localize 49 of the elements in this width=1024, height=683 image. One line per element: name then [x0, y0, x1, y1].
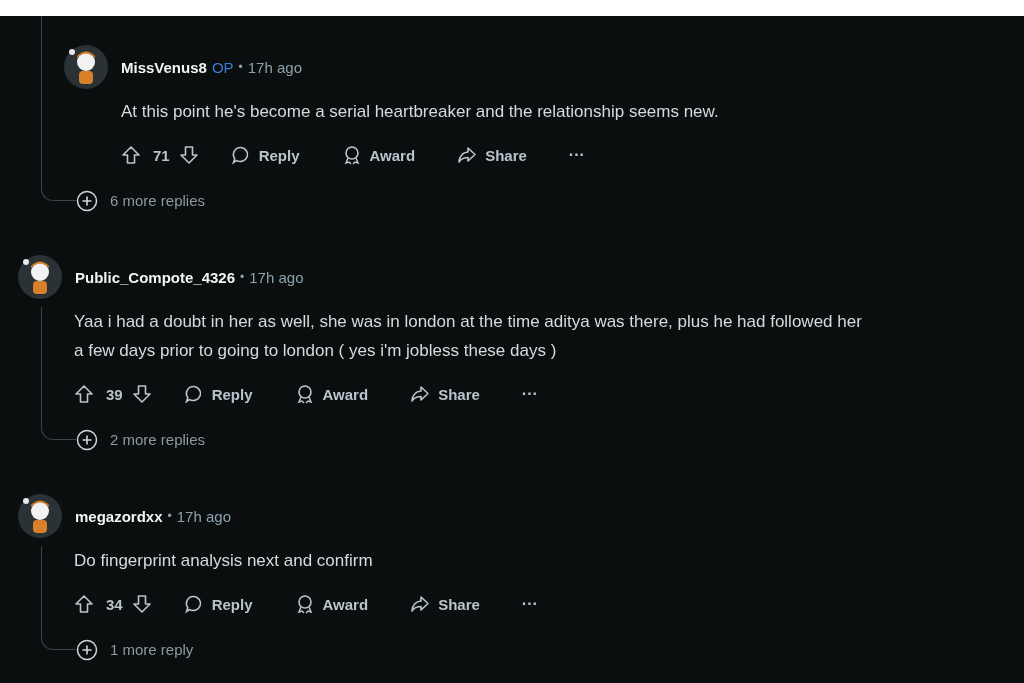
more-replies-link[interactable]: 6 more replies [110, 187, 206, 215]
share-icon [410, 594, 431, 614]
vote-count: 39 [106, 385, 123, 403]
avatar-icon [18, 255, 62, 299]
speech-bubble-icon [183, 384, 204, 404]
vote-count: 71 [153, 146, 170, 164]
timestamp: 17h ago [247, 58, 302, 76]
award-button[interactable]: Award [329, 139, 428, 171]
expand-icon[interactable] [76, 190, 98, 212]
upvote-icon[interactable] [121, 145, 141, 165]
more-options-button[interactable]: ··· [509, 588, 550, 620]
timestamp: 17h ago [249, 268, 304, 286]
op-label: OP [211, 58, 234, 76]
reply-button[interactable]: Reply [218, 139, 312, 171]
more-replies-link[interactable]: 2 more replies [110, 426, 206, 454]
speech-bubble-icon [230, 145, 251, 165]
share-icon [410, 384, 431, 404]
downvote-icon[interactable] [178, 145, 199, 165]
more-replies-link[interactable]: 1 more reply [110, 636, 194, 664]
reply-button[interactable]: Reply [171, 378, 265, 410]
comment-text: Do fingerprint analysis next and confirm [74, 550, 374, 572]
share-button[interactable]: Share [398, 588, 492, 620]
expand-icon[interactable] [76, 429, 98, 451]
downvote-icon[interactable] [131, 594, 152, 614]
separator-dot: • [240, 270, 245, 284]
comment-text: Yaa i had a doubt in her as well, she was in london at the time aditya was there, plus he had followed her a few days prior to going to london ( yes i'm jobless these days ) [74, 311, 863, 362]
share-button[interactable]: Share [445, 139, 539, 171]
expand-icon[interactable] [76, 639, 98, 661]
award-button[interactable]: Award [282, 588, 381, 620]
username[interactable]: MissVenus8 [121, 58, 207, 76]
upvote-icon[interactable] [74, 384, 94, 404]
share-button[interactable]: Share [398, 378, 492, 410]
downvote-icon[interactable] [131, 384, 152, 404]
separator-dot: • [238, 60, 243, 74]
more-options-button[interactable]: ··· [509, 378, 550, 410]
reply-button[interactable]: Reply [171, 588, 265, 620]
vote-count: 34 [106, 595, 123, 613]
username[interactable]: Public_Compote_4326 [75, 268, 236, 286]
avatar-icon [18, 494, 62, 538]
share-icon [457, 145, 478, 165]
separator-dot: • [167, 509, 172, 523]
more-options-button[interactable]: ··· [556, 139, 597, 171]
award-button[interactable]: Award [282, 378, 381, 410]
comment-text: At this point he's become a serial heartbreaker and the relationship seems new. [121, 101, 720, 123]
username[interactable]: megazordxx [75, 507, 163, 525]
avatar-icon [64, 45, 108, 89]
upvote-icon[interactable] [74, 594, 94, 614]
speech-bubble-icon [183, 594, 204, 614]
timestamp: 17h ago [176, 507, 231, 525]
